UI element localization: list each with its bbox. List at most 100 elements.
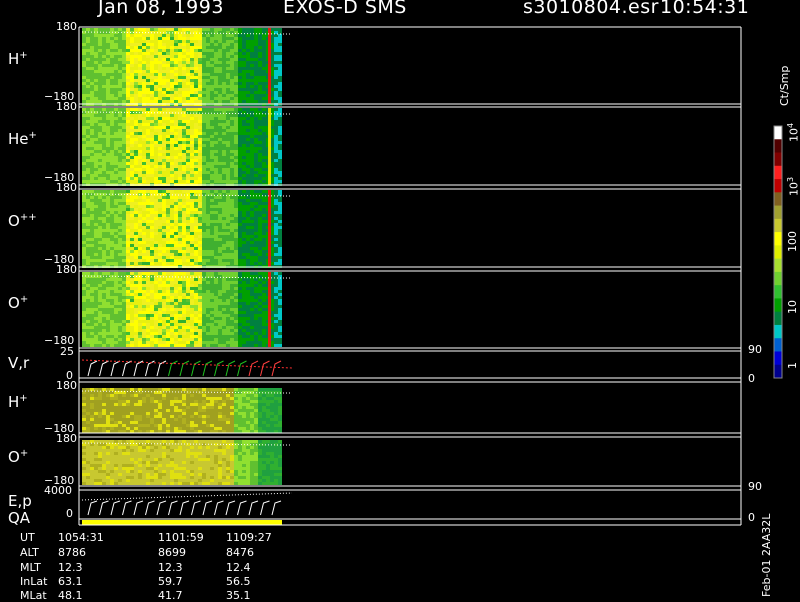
heatmap-cell	[114, 52, 118, 55]
heatmap-cell	[198, 317, 202, 320]
heatmap-cell	[86, 165, 90, 168]
heatmap-cell	[182, 338, 186, 341]
heatmap-cell	[278, 100, 282, 103]
heatmap-cell	[182, 341, 186, 344]
heatmap-cell	[230, 311, 234, 314]
heatmap-cell	[262, 217, 266, 220]
heatmap-cell	[182, 332, 186, 335]
heatmap-cell	[254, 229, 258, 232]
heatmap-cell	[82, 129, 86, 132]
heatmap-cell	[82, 256, 86, 259]
heatmap-cell	[118, 311, 122, 314]
heatmap-cell	[86, 314, 90, 317]
heatmap-cell	[222, 162, 226, 165]
heatmap-cell	[278, 220, 282, 223]
heatmap-cell	[126, 320, 130, 323]
heatmap-cell	[154, 73, 158, 76]
heatmap-cell	[146, 229, 150, 232]
heatmap-cell	[278, 141, 282, 144]
heatmap-cell	[190, 165, 194, 168]
heatmap-cell	[142, 232, 146, 235]
heatmap-cell	[186, 67, 190, 70]
heatmap-cell	[102, 199, 106, 202]
heatmap-cell	[146, 272, 150, 275]
heatmap-cell	[126, 162, 130, 165]
heatmap-cell	[250, 335, 254, 338]
heatmap-cell	[114, 272, 118, 275]
heatmap-cell	[254, 82, 258, 85]
heatmap-cell	[218, 247, 222, 250]
heatmap-cell	[190, 281, 194, 284]
heatmap-cell	[278, 132, 282, 135]
heatmap-cell	[170, 67, 174, 70]
heatmap-cell	[170, 88, 174, 91]
heatmap-cell	[82, 317, 86, 320]
heatmap-cell	[234, 290, 238, 293]
heatmap-cell	[242, 120, 246, 123]
heatmap-cell	[114, 226, 118, 229]
heatmap-cell	[178, 238, 182, 241]
heatmap-cell	[138, 153, 142, 156]
heatmap-cell	[154, 205, 158, 208]
heatmap-cell	[114, 97, 118, 100]
heatmap-cell	[194, 76, 198, 79]
heatmap-cell	[242, 262, 246, 265]
heatmap-cell	[90, 120, 94, 123]
heatmap-cell	[142, 290, 146, 293]
heatmap-cell	[110, 314, 114, 317]
heatmap-cell	[226, 196, 230, 199]
heatmap-cell	[138, 76, 142, 79]
heatmap-cell	[182, 73, 186, 76]
heatmap-cell	[102, 168, 106, 171]
heatmap-cell	[106, 241, 110, 244]
heatmap-cell	[210, 262, 214, 265]
heatmap-cell	[190, 284, 194, 287]
heatmap-cell	[126, 46, 130, 49]
heatmap-cell	[210, 208, 214, 211]
heatmap-cell	[106, 171, 110, 174]
heatmap-cell	[118, 159, 122, 162]
heatmap-cell	[218, 317, 222, 320]
heatmap-cell	[86, 196, 90, 199]
heatmap-cell	[158, 256, 162, 259]
heatmap-cell	[134, 332, 138, 335]
heatmap-cell	[166, 100, 170, 103]
heatmap-cell	[190, 171, 194, 174]
heatmap-cell	[254, 76, 258, 79]
heatmap-cell	[90, 317, 94, 320]
heatmap-cell	[90, 153, 94, 156]
heatmap-cell	[182, 214, 186, 217]
heatmap-cell	[210, 193, 214, 196]
heatmap-cell	[254, 171, 258, 174]
heatmap-cell	[82, 108, 86, 111]
heatmap-cell	[174, 171, 178, 174]
heatmap-cell	[150, 147, 154, 150]
heatmap-cell	[198, 67, 202, 70]
heatmap-cell	[198, 226, 202, 229]
heatmap-cell	[166, 290, 170, 293]
heatmap-cell	[222, 238, 226, 241]
heatmap-cell	[262, 199, 266, 202]
heatmap-cell	[198, 256, 202, 259]
heatmap-cell	[226, 58, 230, 61]
heatmap-cell	[226, 64, 230, 67]
heatmap-cell	[174, 180, 178, 183]
heatmap-cell	[170, 202, 174, 205]
heatmap-cell	[110, 220, 114, 223]
heatmap-cell	[110, 150, 114, 153]
heatmap-cell	[90, 52, 94, 55]
heatmap-cell	[146, 250, 150, 253]
heatmap-cell	[158, 159, 162, 162]
heatmap-cell	[202, 100, 206, 103]
heatmap-cell	[258, 247, 262, 250]
heatmap-cell	[106, 299, 110, 302]
heatmap-cell	[190, 135, 194, 138]
heatmap-cell	[170, 229, 174, 232]
heatmap-cell	[210, 323, 214, 326]
heatmap-cell	[86, 199, 90, 202]
heatmap-cell	[82, 284, 86, 287]
heatmap-cell	[138, 220, 142, 223]
heatmap-cell	[202, 329, 206, 332]
heatmap-cell	[94, 37, 98, 40]
heatmap-cell	[202, 85, 206, 88]
